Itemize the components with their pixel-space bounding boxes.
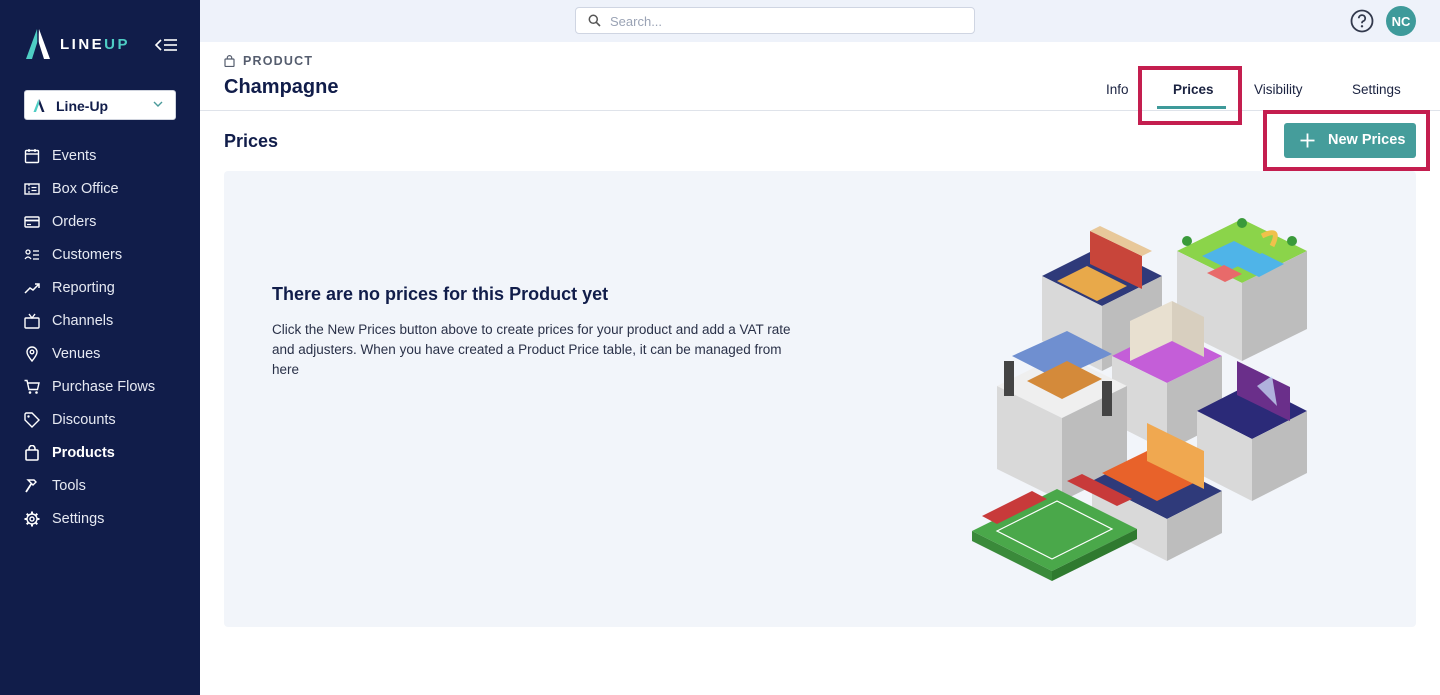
empty-state-title: There are no prices for this Product yet: [272, 284, 609, 304]
tag-icon: [24, 411, 40, 428]
sidebar-item-label: Venues: [52, 345, 101, 362]
organization-select[interactable]: Line-Up: [24, 90, 176, 120]
sidebar-item-label: Customers: [52, 246, 123, 263]
sidebar-item-box-office[interactable]: Box Office: [0, 172, 200, 205]
gear-icon: [24, 511, 40, 527]
page-title: Champagne: [224, 76, 339, 98]
sidebar-item-orders[interactable]: Orders: [0, 205, 200, 238]
help-icon[interactable]: [1350, 9, 1374, 33]
topbar: NC: [200, 0, 1440, 42]
tab-settings[interactable]: Settings: [1352, 82, 1401, 97]
tab-info[interactable]: Info: [1106, 82, 1129, 97]
highlight-box-new-prices-button: [1263, 110, 1430, 171]
sidebar-item-products[interactable]: Products: [0, 436, 200, 469]
sidebar-item-discounts[interactable]: Discounts: [0, 403, 200, 436]
lineup-logo-icon: [26, 29, 50, 59]
sidebar-item-label: Products: [52, 444, 115, 461]
empty-state-panel: There are no prices for this Product yet…: [224, 171, 1416, 627]
tv-icon: [24, 313, 40, 329]
calendar-icon: [24, 148, 40, 164]
sidebar-item-tools[interactable]: Tools: [0, 469, 200, 502]
tab-visibility[interactable]: Visibility: [1254, 82, 1303, 97]
sidebar-item-purchase-flows[interactable]: Purchase Flows: [0, 370, 200, 403]
sidebar-item-label: Reporting: [52, 279, 115, 296]
map-pin-icon: [24, 345, 40, 362]
bag-icon: [224, 55, 235, 67]
search-icon: [588, 14, 601, 27]
sidebar-item-label: Events: [52, 147, 97, 164]
user-avatar[interactable]: NC: [1386, 6, 1416, 36]
highlight-box-prices-tab: [1138, 66, 1242, 125]
sidebar-item-venues[interactable]: Venues: [0, 337, 200, 370]
sidebar-item-events[interactable]: Events: [0, 139, 200, 172]
sidebar-item-label: Purchase Flows: [52, 378, 156, 395]
section-title: Prices: [224, 131, 279, 151]
organization-select-value: Line-Up: [56, 98, 109, 114]
search-box[interactable]: [575, 7, 975, 34]
empty-state-description: Click the New Prices button above to cre…: [272, 322, 791, 377]
search-input[interactable]: [610, 11, 960, 31]
bag-icon: [24, 444, 40, 461]
hammer-icon: [24, 478, 40, 494]
lineup-small-icon: [33, 99, 45, 112]
breadcrumb: PRODUCT: [224, 54, 313, 68]
collapse-sidebar-icon[interactable]: [153, 34, 179, 56]
sidebar-item-label: Tools: [52, 477, 86, 494]
sidebar-item-label: Settings: [52, 510, 105, 527]
breadcrumb-label: PRODUCT: [243, 54, 314, 68]
logo-text: LINEUP: [60, 36, 131, 53]
cart-icon: [24, 379, 40, 395]
credit-card-icon: [24, 214, 40, 230]
sidebar-item-settings[interactable]: Settings: [0, 502, 200, 535]
sidebar-item-label: Discounts: [52, 411, 116, 428]
sidebar-item-label: Orders: [52, 213, 97, 230]
logo: LINEUP: [24, 28, 179, 62]
customers-list-icon: [24, 247, 40, 263]
sidebar-item-channels[interactable]: Channels: [0, 304, 200, 337]
chevron-down-icon: [153, 101, 163, 107]
sidebar-item-customers[interactable]: Customers: [0, 238, 200, 271]
trend-chart-icon: [24, 280, 40, 296]
ticket-icon: [24, 181, 40, 197]
sidebar-item-label: Box Office: [52, 180, 119, 197]
page-header: PRODUCT Champagne Info Prices Visibility…: [200, 42, 1440, 125]
sidebar: LINEUP Line-Up Events Box Office Orders: [0, 0, 200, 695]
sidebar-nav: Events Box Office Orders Customers Repor…: [0, 139, 200, 535]
venues-isometric-illustration: [972, 218, 1307, 581]
sidebar-item-label: Channels: [52, 312, 114, 329]
sidebar-item-reporting[interactable]: Reporting: [0, 271, 200, 304]
